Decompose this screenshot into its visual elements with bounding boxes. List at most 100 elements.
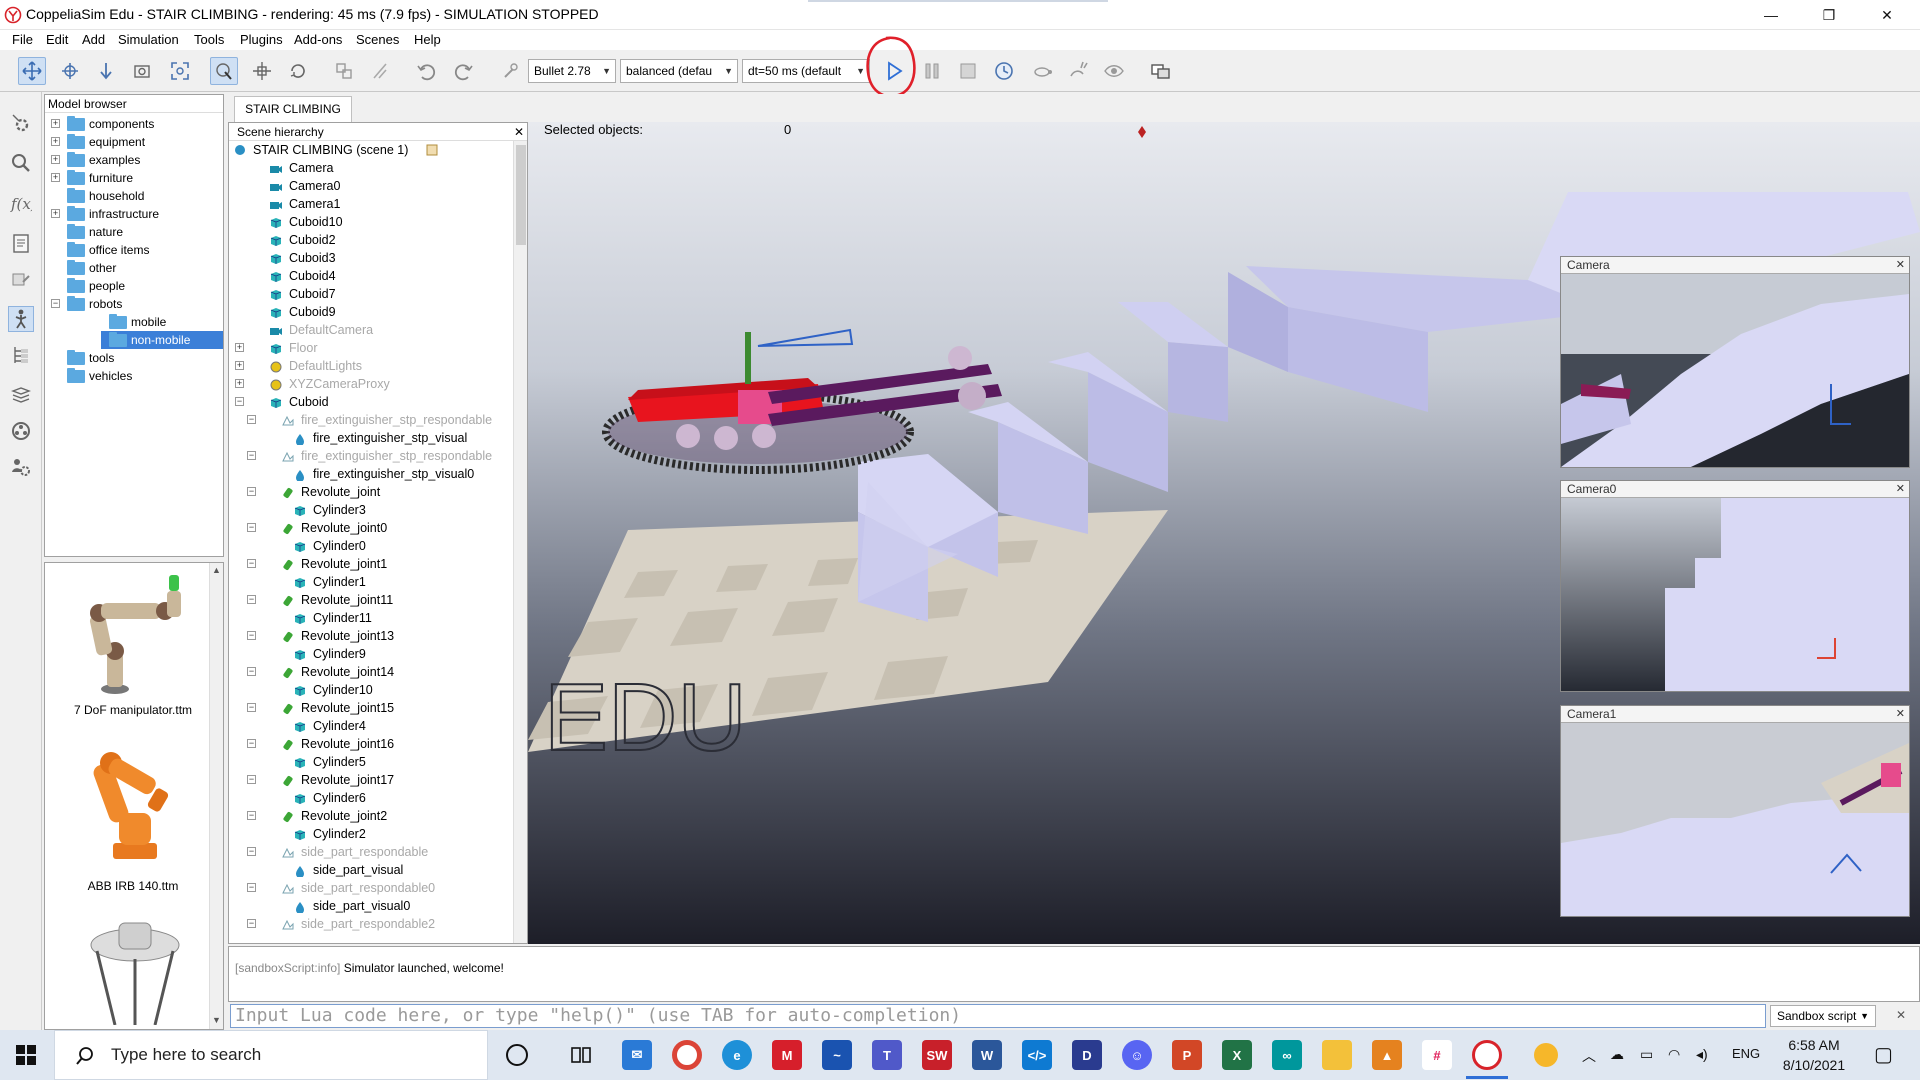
chrome-icon[interactable] — [672, 1040, 702, 1070]
vscode-icon[interactable]: </> — [1022, 1040, 1052, 1070]
clock-date[interactable]: 8/10/2021 — [1778, 1057, 1850, 1073]
hierarchy-item-revolute_joint0[interactable]: − Revolute_joint0 — [229, 519, 515, 537]
collapse-icon[interactable]: − — [247, 451, 256, 460]
object-rotate-button[interactable] — [284, 57, 312, 85]
collapse-icon[interactable]: − — [51, 299, 60, 308]
hierarchy-item-cylinder0[interactable]: Cylinder0 — [229, 537, 515, 555]
expand-icon[interactable]: + — [235, 343, 244, 352]
close-icon[interactable]: ✕ — [1896, 481, 1905, 498]
hierarchy-item-camera[interactable]: Camera — [229, 159, 515, 177]
transfer-dna-button[interactable] — [366, 57, 394, 85]
hierarchy-item-revolute_joint13[interactable]: − Revolute_joint13 — [229, 627, 515, 645]
hierarchy-item-side_part_visual0[interactable]: side_part_visual0 — [229, 897, 515, 915]
close-icon[interactable]: ✕ — [1896, 1008, 1906, 1022]
task-view-icon[interactable] — [566, 1040, 596, 1070]
shape-edit-button[interactable] — [8, 266, 34, 292]
close-icon[interactable]: ✕ — [1896, 706, 1905, 723]
object-shift-button[interactable] — [248, 57, 276, 85]
slack-icon[interactable]: # — [1422, 1040, 1452, 1070]
simulation-settings-button[interactable] — [8, 110, 34, 136]
hierarchy-item-xyzcameraproxy[interactable]: + XYZCameraProxy — [229, 375, 515, 393]
expand-icon[interactable]: + — [51, 137, 60, 146]
hierarchy-scrollbar[interactable] — [513, 141, 527, 943]
redo-button[interactable] — [450, 57, 478, 85]
volume-icon[interactable]: ◂) — [1696, 1046, 1708, 1063]
tab-stair-climbing[interactable]: STAIR CLIMBING — [234, 96, 352, 122]
collapse-icon[interactable]: − — [247, 595, 256, 604]
model-folder-nature[interactable]: nature — [45, 223, 223, 241]
camera-opening-button[interactable] — [128, 57, 156, 85]
delta-robot-thumbnail[interactable] — [75, 915, 195, 1025]
menu-edit[interactable]: Edit — [46, 32, 68, 47]
scroll-up-icon[interactable]: ▲ — [212, 565, 221, 575]
hierarchy-item-cylinder2[interactable]: Cylinder2 — [229, 825, 515, 843]
hierarchy-item-cuboid7[interactable]: Cuboid7 — [229, 285, 515, 303]
page-selector-button[interactable] — [1146, 57, 1174, 85]
model-folder-non-mobile[interactable]: non-mobile — [101, 331, 223, 349]
restore-button[interactable]: ❐ — [1806, 0, 1852, 30]
camera-pan-button[interactable] — [18, 57, 46, 85]
hierarchy-item-revolute_joint2[interactable]: − Revolute_joint2 — [229, 807, 515, 825]
hierarchy-item-cuboid4[interactable]: Cuboid4 — [229, 267, 515, 285]
language-indicator[interactable]: ENG — [1732, 1046, 1760, 1061]
coppeliasim-taskbar-icon[interactable] — [1472, 1040, 1502, 1070]
speed-up-button[interactable] — [1064, 57, 1092, 85]
hierarchy-item-defaultlights[interactable]: + DefaultLights — [229, 357, 515, 375]
hierarchy-item-cuboid3[interactable]: Cuboid3 — [229, 249, 515, 267]
menu-plugins[interactable]: Plugins — [240, 32, 283, 47]
mail-icon[interactable]: ✉ — [622, 1040, 652, 1070]
taskbar-search[interactable]: Type here to search — [54, 1030, 488, 1080]
camera0-view[interactable]: Camera0 ✕ — [1560, 480, 1910, 692]
user-settings-button[interactable] — [8, 454, 34, 480]
lua-input[interactable]: Input Lua code here, or type "help()" (u… — [230, 1004, 1766, 1028]
expand-icon[interactable]: + — [235, 379, 244, 388]
matlab-icon[interactable]: ▲ — [1372, 1040, 1402, 1070]
hierarchy-item-fire_extinguisher_stp_respondable[interactable]: − fire_extinguisher_stp_respondable — [229, 411, 515, 429]
physics-engine-select[interactable]: Bullet 2.78 ▼ — [528, 59, 616, 83]
7dof-manipulator-thumbnail[interactable] — [63, 567, 203, 697]
arduino-icon[interactable]: ∞ — [1272, 1040, 1302, 1070]
model-folder-people[interactable]: people — [45, 277, 223, 295]
collapse-icon[interactable]: − — [247, 559, 256, 568]
hierarchy-item-cylinder10[interactable]: Cylinder10 — [229, 681, 515, 699]
camera-shift-button[interactable] — [92, 57, 120, 85]
hierarchy-item-cylinder6[interactable]: Cylinder6 — [229, 789, 515, 807]
model-folder-infrastructure[interactable]: + infrastructure — [45, 205, 223, 223]
search-button[interactable] — [8, 150, 34, 176]
abb-irb140-thumbnail[interactable] — [65, 739, 205, 869]
menu-help[interactable]: Help — [414, 32, 441, 47]
minimize-button[interactable]: — — [1748, 0, 1794, 30]
collapse-icon[interactable]: − — [247, 703, 256, 712]
hierarchy-item-cylinder3[interactable]: Cylinder3 — [229, 501, 515, 519]
battery-icon[interactable]: ▭ — [1640, 1046, 1653, 1063]
model-folder-household[interactable]: household — [45, 187, 223, 205]
hierarchy-item-fire_extinguisher_stp_respondable[interactable]: − fire_extinguisher_stp_respondable — [229, 447, 515, 465]
model-folder-components[interactable]: + components — [45, 115, 223, 133]
collapse-icon[interactable]: − — [247, 487, 256, 496]
click-select-button[interactable] — [210, 57, 238, 85]
expand-icon[interactable]: + — [51, 155, 60, 164]
script-icon[interactable] — [425, 144, 439, 156]
collapse-icon[interactable]: − — [247, 523, 256, 532]
scripts-button[interactable] — [8, 230, 34, 256]
solidworks-icon[interactable]: SW — [922, 1040, 952, 1070]
model-folder-other[interactable]: other — [45, 259, 223, 277]
accuracy-select[interactable]: balanced (defau ▼ — [620, 59, 738, 83]
collapse-icon[interactable]: − — [247, 667, 256, 676]
onedrive-icon[interactable]: ☁ — [1610, 1046, 1624, 1063]
windows-start-icon[interactable] — [16, 1045, 36, 1065]
pause-simulation-button[interactable] — [918, 57, 946, 85]
scroll-down-icon[interactable]: ▼ — [212, 1015, 221, 1025]
expand-icon[interactable]: + — [51, 119, 60, 128]
hierarchy-item-camera1[interactable]: Camera1 — [229, 195, 515, 213]
menu-scenes[interactable]: Scenes — [356, 32, 399, 47]
hierarchy-item-revolute_joint15[interactable]: − Revolute_joint15 — [229, 699, 515, 717]
word-icon[interactable]: W — [972, 1040, 1002, 1070]
hierarchy-item-cuboid[interactable]: − Cuboid — [229, 393, 515, 411]
hierarchy-item-fire_extinguisher_stp_visual[interactable]: fire_extinguisher_stp_visual — [229, 429, 515, 447]
hierarchy-item-cylinder1[interactable]: Cylinder1 — [229, 573, 515, 591]
notifications-icon[interactable]: ▢ — [1874, 1042, 1893, 1067]
excel-icon[interactable]: X — [1222, 1040, 1252, 1070]
collapse-icon[interactable]: − — [235, 397, 244, 406]
teams-icon[interactable]: T — [872, 1040, 902, 1070]
